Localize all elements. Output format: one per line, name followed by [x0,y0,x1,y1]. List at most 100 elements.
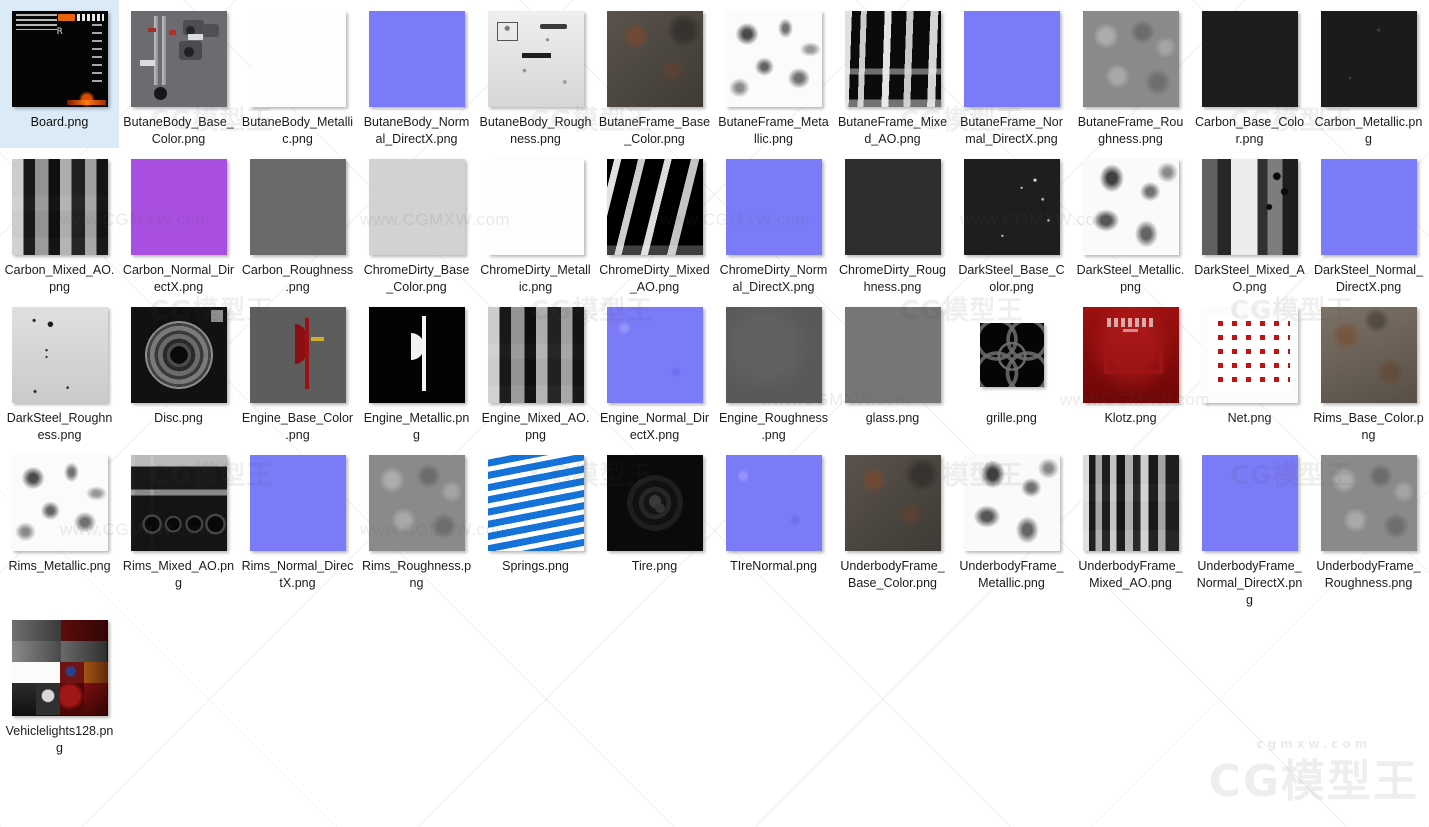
file-item[interactable]: grille.png [952,296,1071,444]
file-item[interactable]: Rims_Normal_DirectX.png [238,444,357,609]
file-item[interactable]: Rims_Mixed_AO.png [119,444,238,609]
file-thumbnail-image [606,454,703,551]
file-item[interactable]: DarkSteel_Normal_DirectX.png [1309,148,1428,296]
file-item[interactable]: ButaneBody_Base_Color.png [119,0,238,148]
file-thumbnail-wrapper [1081,305,1180,404]
file-item[interactable]: Carbon_Roughness.png [238,148,357,296]
file-item[interactable]: R Board.png [0,0,119,148]
file-name-label: Springs.png [502,559,569,573]
file-item[interactable]: ChromeDirty_Mixed_AO.png [595,148,714,296]
file-item[interactable]: DarkSteel_Metallic.png [1071,148,1190,296]
file-name-label: ButaneFrame_Mixed_AO.png [837,115,948,146]
file-item[interactable]: UnderbodyFrame_Mixed_AO.png [1071,444,1190,609]
file-thumbnail-image [979,322,1044,387]
file-thumbnail-image [606,10,703,107]
file-thumbnail-wrapper [367,453,466,552]
file-item[interactable]: Net.png [1190,296,1309,444]
file-item[interactable]: ButaneBody_Roughness.png [476,0,595,148]
file-item[interactable]: ButaneFrame_Metallic.png [714,0,833,148]
file-item[interactable]: Engine_Base_Color.png [238,296,357,444]
file-item[interactable]: Engine_Normal_DirectX.png [595,296,714,444]
file-thumbnail-wrapper [1319,453,1418,552]
file-thumbnail-wrapper [843,9,942,108]
file-item[interactable]: ChromeDirty_Metallic.png [476,148,595,296]
file-item[interactable]: DarkSteel_Roughness.png [0,296,119,444]
file-thumbnail-wrapper [605,453,704,552]
file-name-label: ButaneBody_Normal_DirectX.png [363,115,470,146]
file-item[interactable]: UnderbodyFrame_Roughness.png [1309,444,1428,609]
file-name-label: Rims_Normal_DirectX.png [241,559,354,590]
file-thumbnail-wrapper [129,157,228,256]
file-thumbnail-image [11,454,108,551]
file-item[interactable]: Springs.png [476,444,595,609]
file-item[interactable]: Carbon_Normal_DirectX.png [119,148,238,296]
file-thumbnail-image [1082,454,1179,551]
file-item[interactable]: ButaneBody_Metallic.png [238,0,357,148]
file-item[interactable]: TIreNormal.png [714,444,833,609]
file-name-label: DarkSteel_Base_Color.png [958,263,1065,294]
file-item[interactable]: Engine_Mixed_AO.png [476,296,595,444]
file-thumbnail-wrapper [1081,453,1180,552]
file-thumbnail-wrapper [1319,9,1418,108]
file-item[interactable]: Klotz.png [1071,296,1190,444]
file-thumbnail-wrapper [486,453,585,552]
file-item[interactable]: ButaneFrame_Mixed_AO.png [833,0,952,148]
file-item[interactable]: glass.png [833,296,952,444]
file-thumbnail-image [963,454,1060,551]
file-item[interactable]: Vehiclelights128.png [0,609,119,757]
file-thumbnail-image [844,306,941,403]
file-thumbnail-wrapper [129,305,228,404]
file-item[interactable]: Engine_Metallic.png [357,296,476,444]
file-thumbnail-wrapper [248,305,347,404]
file-item[interactable]: UnderbodyFrame_Metallic.png [952,444,1071,609]
file-name-label: Rims_Base_Color.png [1313,411,1424,442]
file-name-label: Rims_Metallic.png [8,559,111,573]
file-item[interactable]: Rims_Base_Color.png [1309,296,1428,444]
file-item[interactable]: DarkSteel_Base_Color.png [952,148,1071,296]
file-thumbnail-image [963,10,1060,107]
file-name-label: ButaneFrame_Metallic.png [718,115,829,146]
file-thumbnail-wrapper [10,453,109,552]
file-item[interactable]: UnderbodyFrame_Normal_DirectX.png [1190,444,1309,609]
file-name-label: ChromeDirty_Roughness.png [839,263,946,294]
file-name-label: UnderbodyFrame_Normal_DirectX.png [1196,559,1303,607]
file-item[interactable]: DarkSteel_Mixed_AO.png [1190,148,1309,296]
file-item[interactable]: Rims_Metallic.png [0,444,119,609]
file-thumbnail-image [725,10,822,107]
file-thumbnail-wrapper [962,157,1061,256]
file-item[interactable]: Carbon_Mixed_AO.png [0,148,119,296]
file-name-label: TIreNormal.png [730,559,817,573]
file-name-label: Engine_Base_Color.png [241,411,354,442]
file-thumbnail-wrapper [10,305,109,404]
file-icon-grid[interactable]: R Board.png ButaneBody_Base_Color.png Butan… [0,0,1429,827]
file-item[interactable]: ButaneFrame_Base_Color.png [595,0,714,148]
file-thumbnail-image [487,10,584,107]
file-name-label: Klotz.png [1104,411,1157,425]
file-item[interactable]: Tire.png [595,444,714,609]
file-item[interactable]: ChromeDirty_Normal_DirectX.png [714,148,833,296]
file-item[interactable]: Carbon_Base_Color.png [1190,0,1309,148]
file-item[interactable]: ButaneFrame_Normal_DirectX.png [952,0,1071,148]
file-item[interactable]: Disc.png [119,296,238,444]
file-thumbnail-image [1320,10,1417,107]
file-item[interactable]: ChromeDirty_Base_Color.png [357,148,476,296]
file-item[interactable]: UnderbodyFrame_Base_Color.png [833,444,952,609]
file-item[interactable]: ChromeDirty_Roughness.png [833,148,952,296]
file-item[interactable]: ButaneFrame_Roughness.png [1071,0,1190,148]
file-item[interactable]: Engine_Roughness.png [714,296,833,444]
file-item[interactable]: ButaneBody_Normal_DirectX.png [357,0,476,148]
file-thumbnail-wrapper [10,157,109,256]
file-thumbnail-wrapper [843,157,942,256]
file-thumbnail-image [1082,10,1179,107]
file-item[interactable]: Rims_Roughness.png [357,444,476,609]
file-thumbnail-image [368,454,465,551]
file-thumbnail-wrapper [248,157,347,256]
file-thumbnail-image [130,158,227,255]
file-name-label: Carbon_Roughness.png [241,263,354,294]
file-item[interactable]: Carbon_Metallic.png [1309,0,1428,148]
file-thumbnail-image [1320,306,1417,403]
file-thumbnail-image [249,454,346,551]
file-thumbnail-wrapper [248,9,347,108]
file-name-label: Board.png [30,115,89,129]
file-thumbnail-wrapper: R [10,9,109,108]
